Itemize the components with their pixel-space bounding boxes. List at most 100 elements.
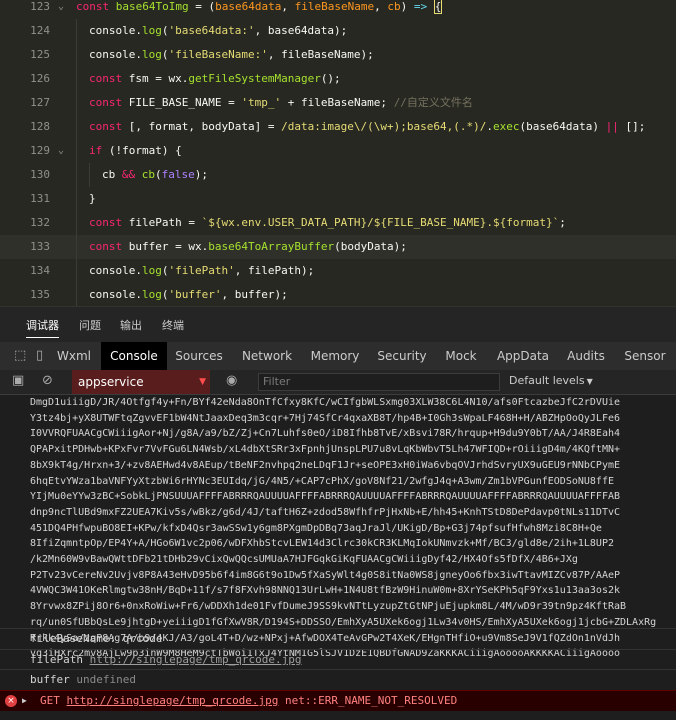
tab-wxml[interactable]: Wxml	[50, 342, 98, 370]
expand-arrow-icon[interactable]: ▶	[22, 691, 27, 711]
line-number: 123	[30, 0, 50, 13]
code-line[interactable]: 130 cb && cb(false);	[0, 163, 676, 187]
line-number: 131	[30, 192, 50, 205]
code-token: (!format) {	[108, 144, 182, 157]
code-text: const FILE_BASE_NAME = 'tmp_' + fileBase…	[89, 91, 473, 115]
tab-terminal[interactable]: 终端	[162, 317, 184, 333]
code-line[interactable]: 129 ⌄ if (!format) {	[0, 139, 676, 163]
context-label: appservice	[78, 375, 144, 389]
code-line[interactable]: 132 const filePath = `${wx.env.USER_DATA_…	[0, 211, 676, 235]
code-token: cb	[387, 0, 401, 13]
tab-audits[interactable]: Audits	[562, 342, 610, 370]
message-label: fileBaseName:	[30, 632, 117, 645]
code-token: log	[141, 48, 162, 61]
code-line[interactable]: 134 console.log('filePath', filePath);	[0, 259, 676, 283]
sidebar-toggle-icon[interactable]: ▣	[12, 373, 24, 388]
file-path-link[interactable]: http://singlepage/tmp_qrcode.jpg	[90, 653, 302, 666]
code-text: cb && cb(false);	[102, 163, 208, 187]
tab-output[interactable]: 输出	[120, 317, 142, 333]
code-text: if (!format) {	[89, 139, 182, 163]
eye-icon[interactable]: ◉	[226, 373, 237, 388]
error-url-link[interactable]: http://singlepage/tmp_qrcode.jpg	[67, 694, 279, 707]
base64-line: 4VWQC3W41OKeRlmgtw38nH/BqD+11f/s7f8FXvh9…	[30, 585, 621, 597]
code-token: const	[89, 240, 129, 253]
code-token: console.	[89, 264, 142, 277]
base64-line: 8Yrvwx8ZPij8Or6+0nxRoWiw+Fr6/wDDXh1de01F…	[30, 601, 627, 613]
code-token: buffer = wx.	[128, 240, 209, 253]
code-token: console.	[89, 48, 142, 61]
line-number: 128	[30, 120, 50, 133]
console-output[interactable]: DmgD1uiiigD/JR/4Otfgf4y+Fn/BYf42eNda8OnT…	[0, 395, 676, 720]
code-token: const	[76, 0, 116, 13]
base64-line: Y3tz4bj+yX8UTWFtqZgvvEF1bW4NtJaaxDeq3m3c…	[30, 412, 621, 424]
message-value: undefined	[76, 673, 136, 686]
code-text: const base64ToImg = (base64data, fileBas…	[76, 0, 443, 19]
code-token: base64ToArrayBuffer	[208, 240, 335, 253]
code-line[interactable]: 127 const FILE_BASE_NAME = 'tmp_' + fileB…	[0, 91, 676, 115]
tab-security[interactable]: Security	[372, 342, 432, 370]
line-number: 133	[30, 240, 50, 253]
code-line[interactable]: 135 console.log('buffer', buffer);	[0, 283, 676, 306]
code-token: ,	[281, 0, 295, 13]
tab-sources[interactable]: Sources	[170, 342, 228, 370]
device-icon[interactable]: ▯	[36, 348, 43, 363]
dropdown-arrow-icon: ▼	[199, 377, 206, 387]
code-text: console.log('fileBaseName:', fileBaseNam…	[89, 43, 374, 67]
code-token: {	[433, 0, 443, 14]
code-line[interactable]: 128 const [, format, bodyData] = /data:im…	[0, 115, 676, 139]
code-line[interactable]: 133 const buffer = wx.base64ToArrayBuffer…	[0, 235, 676, 259]
code-token: log	[141, 288, 162, 301]
tab-sensor[interactable]: Sensor	[618, 342, 672, 370]
code-token: =>	[413, 0, 428, 13]
code-token: console.	[89, 288, 142, 301]
code-token: (	[155, 168, 162, 181]
code-token: /data:image\/(\w+);base64,(.*)/	[281, 120, 487, 133]
clear-console-icon[interactable]: ⊘	[42, 373, 53, 388]
tab-debugger[interactable]: 调试器	[26, 317, 59, 338]
log-levels-label: Default levels	[509, 374, 585, 387]
code-token: , filePath);	[234, 264, 315, 277]
code-token: filePath =	[128, 216, 202, 229]
base64-line: 6hqEtvYWza1baVNFYyXtzbWi6rHYNc3EUIdq/jG/…	[30, 475, 614, 487]
fold-chevron-icon[interactable]: ⌄	[58, 139, 64, 163]
error-text: net::ERR_NAME_NOT_RESOLVED	[285, 694, 458, 707]
tab-memory[interactable]: Memory	[306, 342, 364, 370]
fold-chevron-icon[interactable]: ⌄	[58, 0, 64, 19]
line-number: 129	[30, 144, 50, 157]
context-select[interactable]: appservice ▼	[72, 370, 210, 394]
code-line[interactable]: 125 console.log('fileBaseName:', fileBase…	[0, 43, 676, 67]
code-line[interactable]: 126 const fsm = wx.getFileSystemManager()…	[0, 67, 676, 91]
code-token: ||	[605, 120, 619, 133]
code-token: 'buffer'	[168, 288, 222, 301]
error-message: × ▶ GET http://singlepage/tmp_qrcode.jpg…	[0, 690, 676, 711]
tab-mock[interactable]: Mock	[440, 342, 482, 370]
code-token: 'fileBaseName:'	[168, 48, 268, 61]
code-token: }	[89, 192, 96, 205]
code-token: )	[400, 0, 414, 13]
log-levels-select[interactable]: Default levels ▼	[509, 374, 593, 387]
line-number: 127	[30, 96, 50, 109]
tab-appdata[interactable]: AppData	[490, 342, 556, 370]
code-token: , base64data);	[254, 24, 348, 37]
base64-line: DmgD1uiiigD/JR/4Otfgf4y+Fn/BYf42eNda8OnT…	[30, 397, 621, 408]
tab-problems[interactable]: 问题	[79, 317, 101, 333]
code-token: ,	[374, 0, 388, 13]
message-label: filePath	[30, 653, 83, 666]
code-token: const	[89, 120, 129, 133]
code-token: (bodyData);	[334, 240, 407, 253]
code-line[interactable]: 124 console.log('base64data:', base64data…	[0, 19, 676, 43]
code-token: , buffer);	[221, 288, 288, 301]
devtools-tabs: ⬚ ▯ Wxml Console Sources Network Memory …	[0, 342, 676, 370]
code-text: console.log('base64data:', base64data);	[89, 19, 347, 43]
inspect-icon[interactable]: ⬚	[14, 348, 26, 363]
tab-network[interactable]: Network	[236, 342, 298, 370]
filter-input[interactable]: Filter	[258, 373, 500, 391]
code-line[interactable]: 123 ⌄ const base64ToImg = (base64data, fil…	[0, 0, 676, 19]
code-token: );	[194, 168, 208, 181]
code-line[interactable]: 131}	[0, 187, 676, 211]
code-editor[interactable]: 123 ⌄ const base64ToImg = (base64data, fil…	[0, 0, 676, 306]
code-text: console.log('buffer', buffer);	[89, 283, 288, 306]
tab-console[interactable]: Console	[101, 342, 167, 370]
